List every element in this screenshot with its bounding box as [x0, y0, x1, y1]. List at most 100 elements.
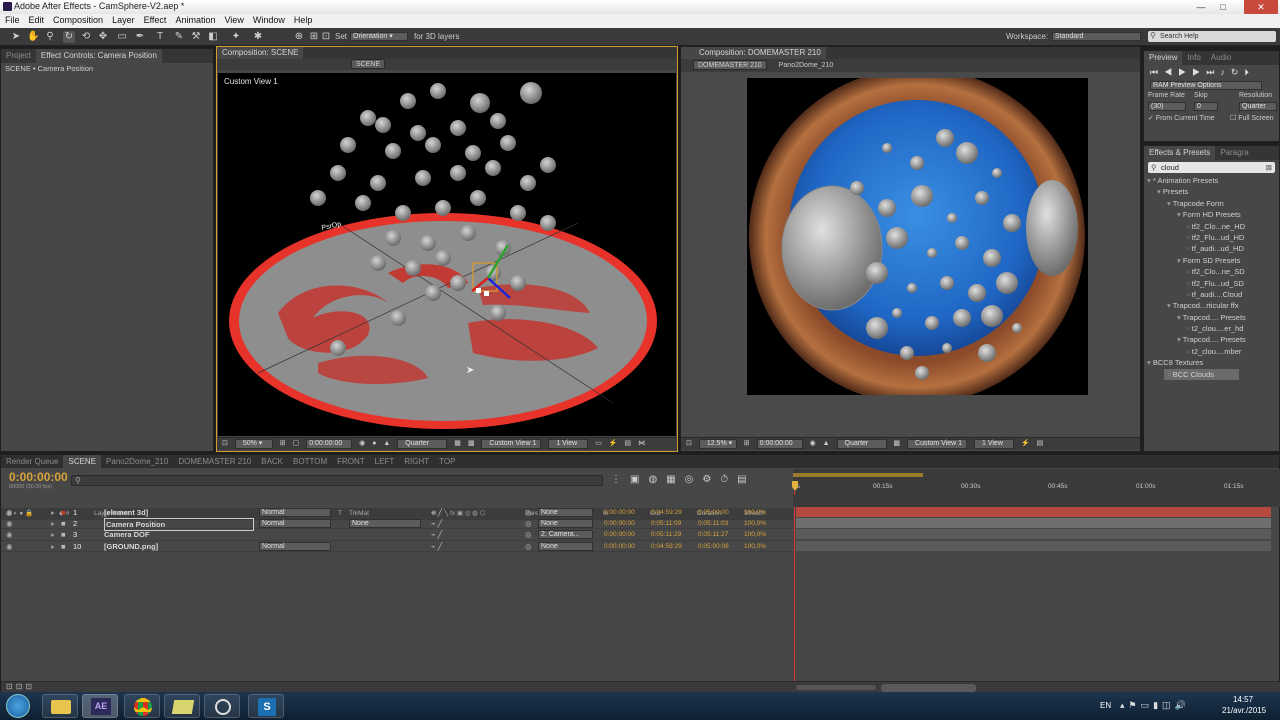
layer-switches[interactable]: ⌁ ╱ [431, 518, 442, 529]
effects-tree-item[interactable]: ▾ Trapcod.... Presets [1144, 334, 1279, 345]
layer-duration-bar[interactable] [796, 507, 1271, 517]
label-color-swatch[interactable]: ■ [61, 507, 66, 518]
clear-search-icon[interactable]: ⊠ [1266, 162, 1272, 173]
parent-pickwhip-icon[interactable]: ◎ [525, 529, 532, 540]
scene-resolution-dropdown[interactable]: Quarter [397, 439, 448, 449]
last-frame-icon[interactable]: ⏭ [1206, 67, 1220, 77]
layer-row[interactable]: ◉ ▸ ■ 2 Camera Position Normal None ⌁ ╱ ◎ None 0:0… [1, 518, 1271, 532]
layer-parent-dropdown[interactable]: None [538, 519, 593, 529]
toggle-pixel-aspect-icon[interactable]: ▭ [595, 438, 602, 450]
layer-row[interactable]: ◉ ▸ ■ 1 [element 3d] Normal ⌁ ╱ ◎ None 0:00:00:00… [1, 507, 1271, 519]
layer-row[interactable]: ◉ ▸ ■ 10 [GROUND.png] Normal ⌁ ╱ ◎ None 0:00:00:0… [1, 540, 1271, 552]
dome-always-preview-icon[interactable]: ⊡ [686, 438, 692, 450]
effects-tree-item[interactable]: ▫ tf2_Clo...ne_SD [1144, 266, 1279, 277]
world-axis-icon[interactable]: ⊞ [308, 31, 320, 43]
effects-tree-item[interactable]: ▾ Trapcode Form [1144, 198, 1279, 209]
layer-duration[interactable]: 0:05:11:03 [698, 518, 728, 529]
timeline-bottom-icons[interactable]: ⊡⊡⊡ [6, 682, 35, 691]
layer-duration[interactable]: 0:05:11:27 [698, 529, 728, 540]
effects-tree-item[interactable]: ▫ tf2_Flu...ud_HD [1144, 232, 1279, 243]
visibility-eye-icon[interactable]: ◉ [6, 529, 13, 540]
roto-brush-icon[interactable]: ✦ [230, 31, 242, 43]
timeline-search-field[interactable]: ⚲ [71, 475, 603, 486]
resolution-dropdown[interactable]: Quarter [1239, 102, 1277, 111]
flowchart-icon[interactable]: ⋈ [638, 438, 645, 450]
effects-tree-item[interactable]: ▫ tf_audi....Cloud [1144, 289, 1279, 300]
loop-icon[interactable]: ↻ [1231, 67, 1245, 77]
folder-taskbar-icon[interactable] [164, 694, 200, 718]
puppet-pin-icon[interactable]: ✱ [252, 31, 264, 43]
layer-stretch[interactable]: 100,0% [744, 541, 766, 552]
ram-preview-options-dropdown[interactable]: RAM Preview Options [1150, 81, 1262, 90]
dome-camera-dropdown[interactable]: Custom View 1 [907, 439, 968, 449]
timeline-horizontal-scrollbar[interactable] [881, 684, 976, 692]
timeline-icon[interactable]: ▤ [625, 438, 632, 450]
tab-composition-domemaster[interactable]: Composition: DOMEMASTER 210 [681, 47, 826, 59]
effects-tree-item[interactable]: ▫ BCC Clouds [1164, 368, 1239, 381]
parent-pickwhip-icon[interactable]: ◎ [525, 541, 532, 552]
scene-zoom-dropdown[interactable]: 50% ▾ [234, 439, 273, 449]
effects-search-field[interactable]: ⚲ cloud ⊠ [1148, 162, 1275, 173]
layer-out[interactable]: 0:04:59:29 [651, 507, 682, 518]
tab-back[interactable]: BACK [256, 455, 288, 468]
screen-recorder-taskbar-icon[interactable]: S [248, 694, 284, 718]
close-button[interactable]: ✕ [1244, 0, 1278, 14]
first-frame-icon[interactable]: ⏮ [1150, 67, 1164, 77]
skip-dropdown[interactable]: 0 [1194, 102, 1218, 111]
layer-switches[interactable]: ⌁ ╱ [431, 541, 442, 552]
visibility-eye-icon[interactable]: ◉ [6, 507, 13, 518]
view-axis-icon[interactable]: ⊡ [320, 31, 332, 43]
parent-pickwhip-icon[interactable]: ◎ [525, 518, 532, 529]
menu-composition[interactable]: Composition [48, 14, 107, 25]
tab-pano2dome[interactable]: Pano2Dome_210 [101, 455, 173, 468]
layer-in[interactable]: 0:00:00:00 [604, 529, 635, 540]
grid-icon[interactable]: ⊞ [280, 438, 286, 450]
layer-stretch[interactable]: 100,0% [744, 518, 766, 529]
dome-viewport[interactable] [747, 78, 1088, 395]
draft-3d-icon[interactable]: ▣ [630, 474, 648, 485]
clock-date[interactable]: 21/avr./2015 [1222, 706, 1266, 715]
mask-visibility-icon[interactable]: ▢ [293, 438, 300, 450]
expand-layer-icon[interactable]: ▸ [51, 507, 55, 518]
next-frame-icon[interactable]: ▶ [1192, 67, 1206, 77]
local-axis-icon[interactable]: ⊕ [293, 31, 305, 43]
tab-composition-scene[interactable]: Composition: SCENE [217, 47, 304, 59]
menu-help[interactable]: Help [289, 14, 317, 25]
tab-paragraph[interactable]: Paragra [1215, 146, 1253, 160]
app-taskbar-icon[interactable] [204, 694, 240, 718]
search-help-field[interactable]: Search Help [1148, 31, 1276, 42]
label-color-swatch[interactable]: ■ [61, 541, 66, 552]
layer-duration[interactable]: 0:05:00:08 [698, 541, 729, 552]
brush-tool-icon[interactable]: ✎ [173, 31, 185, 43]
menu-edit[interactable]: Edit [24, 14, 49, 25]
pano2dome-sub-tab[interactable]: Pano2Dome_210 [779, 62, 834, 69]
always-preview-icon[interactable]: ⊡ [222, 438, 228, 450]
dome-transparency-grid-icon[interactable]: ▩ [893, 438, 900, 450]
parent-pickwhip-icon[interactable]: ◎ [525, 507, 532, 518]
tab-effects-presets[interactable]: Effects & Presets [1144, 146, 1216, 160]
menu-view[interactable]: View [219, 14, 247, 25]
layer-parent-dropdown[interactable]: None [538, 508, 593, 517]
effects-tree-item[interactable]: ▫ tf2_Clo...ne_HD [1144, 221, 1279, 232]
scene-sub-tab[interactable]: SCENE [351, 59, 386, 69]
effects-tree-item[interactable]: ▫ tf2_Flu...ud_SD [1144, 278, 1279, 289]
orbit-camera-icon[interactable]: ⟲ [80, 31, 92, 43]
pen-tool-icon[interactable]: ✒ [134, 31, 146, 43]
snapshot-icon[interactable]: ◉ [359, 438, 365, 450]
color-management-icon[interactable]: ▲ [383, 438, 390, 450]
explorer-taskbar-icon[interactable] [42, 694, 78, 718]
graph-editor-icon[interactable]: ▤ [737, 474, 755, 485]
clock-time[interactable]: 14:57 [1233, 695, 1253, 704]
label-color-swatch[interactable]: ■ [61, 529, 66, 540]
tab-left[interactable]: LEFT [370, 455, 400, 468]
scene-timecode[interactable]: 0:00:00:00 [306, 439, 353, 449]
layer-out[interactable]: 0:05:11:29 [651, 529, 681, 540]
layer-name[interactable]: [element 3d] [104, 507, 148, 518]
audio-icon[interactable]: ♪ [1220, 67, 1231, 77]
chrome-taskbar-icon[interactable] [124, 694, 160, 718]
effects-tree-item[interactable]: ▾ Trapcod.... Presets [1144, 312, 1279, 323]
tab-project[interactable]: Project [1, 49, 36, 63]
menu-layer[interactable]: Layer [107, 14, 139, 25]
dome-color-management-icon[interactable]: ▲ [823, 438, 830, 450]
layer-duration[interactable]: 0:05:00:00 [698, 507, 729, 518]
